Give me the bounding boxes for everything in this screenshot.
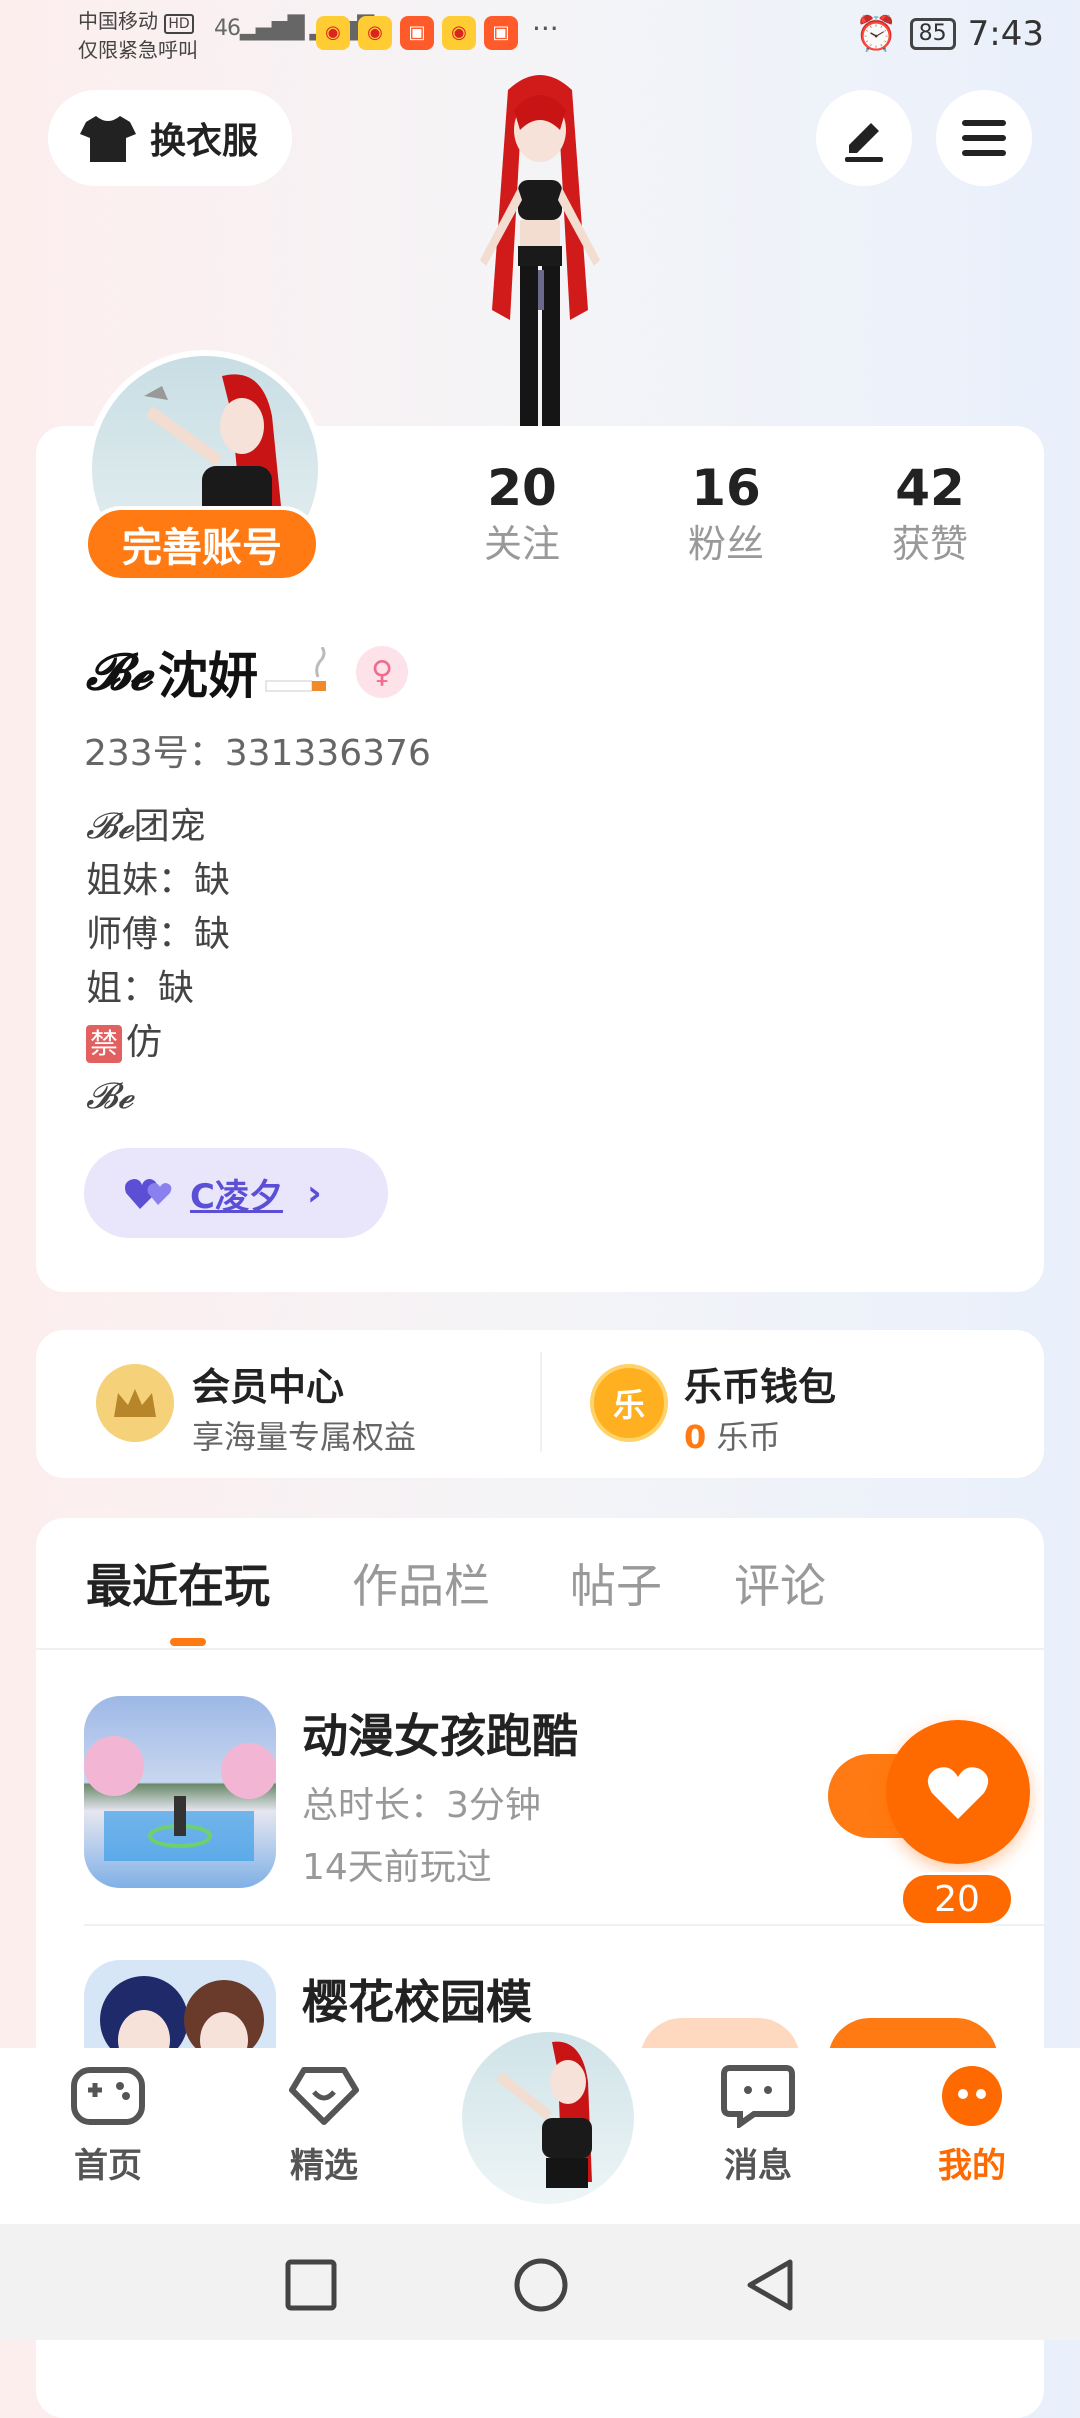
wallet-balance: 0 乐币 bbox=[684, 1412, 780, 1458]
nav-home-label: 首页 bbox=[74, 2146, 142, 2186]
following-stat[interactable]: 20 关注 bbox=[442, 458, 602, 570]
battery-icon: 85 bbox=[909, 18, 956, 50]
game-last-played: 14天前玩过 bbox=[302, 1847, 492, 1888]
weibo-notify-icon: ◉ bbox=[358, 16, 392, 50]
game-thumbnail[interactable] bbox=[84, 1696, 276, 1888]
edit-icon bbox=[845, 123, 883, 162]
status-right: ⏰ 85 7:43 bbox=[855, 14, 1044, 54]
bio-line: 𝓑𝓮 bbox=[86, 1076, 134, 1117]
profile-face-icon bbox=[942, 2066, 1002, 2126]
hd-badge: HD bbox=[164, 14, 194, 34]
bio: 𝓑𝓮团宠 姐妹：缺 师傅：缺 姐：缺 禁仿 𝓑𝓮 bbox=[86, 800, 230, 1124]
avatar-figure[interactable] bbox=[420, 70, 660, 430]
gamepad-icon bbox=[71, 2067, 145, 2125]
tab-recently-played[interactable]: 最近在玩 bbox=[86, 1550, 270, 1616]
emergency-only-text: 仅限紧急呼叫 bbox=[78, 38, 198, 62]
home-circle-icon[interactable] bbox=[512, 2256, 570, 2314]
tab-posts[interactable]: 帖子 bbox=[570, 1550, 662, 1616]
menu-icon bbox=[962, 120, 1006, 156]
chevron-right-icon: › bbox=[306, 1172, 322, 1214]
weibo-notify-icon: ◉ bbox=[316, 16, 350, 50]
wallet-divider bbox=[540, 1352, 542, 1452]
game-duration: 总时长：3分钟 bbox=[302, 1785, 541, 1826]
row-divider bbox=[84, 1924, 1044, 1926]
center-avatar-button[interactable] bbox=[454, 2024, 642, 2212]
likes-stat[interactable]: 42 获赞 bbox=[850, 458, 1010, 570]
fans-label: 粉丝 bbox=[687, 522, 764, 566]
cp-partner-name: C凌夕 bbox=[190, 1176, 283, 1217]
nav-me-label: 我的 bbox=[938, 2146, 1006, 2186]
tab-divider bbox=[36, 1648, 1044, 1650]
nav-featured[interactable]: 精选 bbox=[254, 2064, 394, 2187]
menu-button[interactable] bbox=[936, 90, 1032, 186]
likes-label: 获赞 bbox=[891, 522, 968, 566]
username: 𝓑𝓮 沈妍 ♀ bbox=[86, 636, 409, 708]
complete-account-button[interactable]: 完善账号 bbox=[84, 506, 320, 582]
crown-icon bbox=[96, 1364, 174, 1442]
wallet-title[interactable]: 乐币钱包 bbox=[684, 1356, 836, 1411]
carrier-info: 中国移动 HD 仅限紧急呼叫 bbox=[78, 8, 198, 63]
avatar-image bbox=[496, 2041, 592, 2188]
game-title[interactable]: 樱花校园模 bbox=[302, 1966, 532, 2032]
bio-line: 𝓑𝓮团宠 bbox=[86, 806, 206, 847]
member-center-title[interactable]: 会员中心 bbox=[192, 1356, 344, 1411]
fans-stat[interactable]: 16 粉丝 bbox=[646, 458, 806, 570]
change-outfit-label: 换衣服 bbox=[150, 121, 259, 162]
clock: 7:43 bbox=[967, 14, 1044, 54]
kuaishou-notify-icon: ▣ bbox=[484, 16, 518, 50]
bio-line: 姐：缺 bbox=[86, 968, 195, 1009]
nav-featured-label: 精选 bbox=[290, 2146, 358, 2186]
edit-profile-button[interactable] bbox=[816, 90, 912, 186]
like-button[interactable] bbox=[886, 1720, 1030, 1864]
nav-messages[interactable]: 消息 bbox=[688, 2064, 828, 2187]
kuaishou-notify-icon: ▣ bbox=[400, 16, 434, 50]
shirt-icon bbox=[80, 116, 136, 162]
user-id: 233号：331336376 bbox=[84, 733, 431, 774]
gender-female-icon: ♀ bbox=[356, 646, 409, 698]
tab-comments[interactable]: 评论 bbox=[734, 1550, 826, 1616]
double-heart-icon bbox=[125, 1179, 172, 1209]
bio-line: 禁仿 bbox=[86, 1016, 230, 1070]
tab-works[interactable]: 作品栏 bbox=[352, 1550, 490, 1616]
cp-partner-link[interactable]: C凌夕 › bbox=[84, 1148, 388, 1238]
change-outfit-button[interactable]: 换衣服 bbox=[48, 90, 292, 186]
game-title[interactable]: 动漫女孩跑酷 bbox=[302, 1700, 578, 1766]
wallet-amount: 0 bbox=[684, 1418, 707, 1456]
more-notifications-icon: ··· bbox=[532, 12, 559, 45]
likes-count: 42 bbox=[895, 459, 965, 517]
following-label: 关注 bbox=[483, 522, 560, 566]
heart-icon bbox=[927, 1767, 989, 1819]
wallet-unit: 乐币 bbox=[716, 1418, 781, 1456]
cigarette-icon bbox=[265, 647, 327, 692]
username-text: 沈妍 bbox=[158, 647, 259, 705]
back-icon[interactable] bbox=[742, 2256, 796, 2314]
fans-count: 16 bbox=[691, 459, 761, 517]
alarm-icon: ⏰ bbox=[855, 14, 898, 54]
recents-icon[interactable] bbox=[284, 2258, 338, 2312]
nav-me[interactable]: 我的 bbox=[902, 2064, 1042, 2187]
heart-box-icon bbox=[289, 2067, 359, 2125]
member-center-subtitle: 享海量专属权益 bbox=[192, 1418, 417, 1456]
nav-messages-label: 消息 bbox=[724, 2146, 792, 2186]
nav-home[interactable]: 首页 bbox=[38, 2064, 178, 2187]
lecoin-icon: 乐 bbox=[590, 1364, 668, 1442]
weibo-notify-icon: ◉ bbox=[442, 16, 476, 50]
ban-badge: 禁 bbox=[86, 1025, 123, 1063]
username-prefix: 𝓑𝓮 bbox=[86, 642, 153, 701]
bio-line: 姐妹：缺 bbox=[86, 860, 231, 901]
bio-line: 师傅：缺 bbox=[86, 914, 231, 955]
carrier-name: 中国移动 bbox=[78, 9, 158, 33]
following-count: 20 bbox=[487, 459, 557, 517]
like-count: 20 bbox=[900, 1872, 1014, 1926]
tab-indicator bbox=[170, 1638, 206, 1646]
chat-icon bbox=[721, 2065, 795, 2130]
